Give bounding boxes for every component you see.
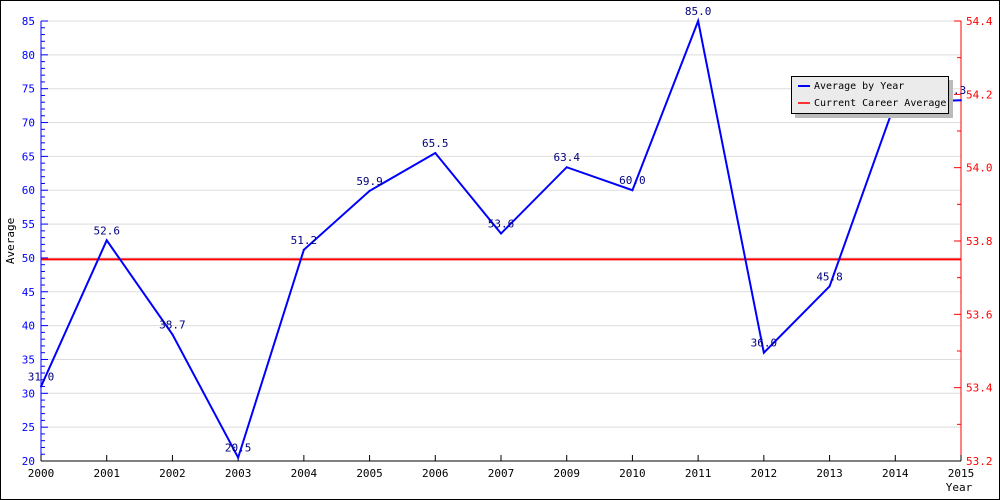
left-tick-label: 75 — [22, 83, 35, 96]
legend-label: Current Career Average — [814, 97, 947, 109]
x-tick-label: 2004 — [291, 467, 318, 480]
data-point — [960, 99, 962, 102]
left-tick-label: 70 — [22, 117, 35, 130]
data-label: 38.7 — [159, 318, 186, 331]
x-tick-label: 2014 — [882, 467, 909, 480]
data-label: 85.0 — [685, 5, 712, 18]
x-tick-label: 2003 — [225, 467, 252, 480]
x-tick-label: 2015 — [948, 467, 975, 480]
data-point — [237, 456, 240, 459]
left-tick-label: 35 — [22, 353, 35, 366]
x-tick-label: 2002 — [159, 467, 186, 480]
data-point — [105, 239, 108, 242]
right-tick-label: 53.6 — [966, 308, 993, 321]
data-point — [631, 189, 634, 192]
x-tick-label: 2010 — [619, 467, 646, 480]
chart: 20 25 30 35 40 45 50 55 60 65 70 75 80 85 53.2 53.4 53.6… — [0, 0, 1000, 500]
left-tick-label: 60 — [22, 184, 35, 197]
legend-item-career-average: Current Career Average — [798, 95, 948, 111]
data-label: 36.0 — [751, 337, 778, 350]
x-tick-label: 2007 — [488, 467, 515, 480]
data-point — [171, 333, 174, 336]
x-tick-label: 2012 — [751, 467, 778, 480]
data-label: 60.0 — [619, 174, 646, 187]
x-tick-label: 2009 — [553, 467, 580, 480]
legend-swatch — [798, 85, 810, 87]
data-point — [565, 166, 568, 169]
left-tick-label: 80 — [22, 49, 35, 62]
data-label: 20.5 — [225, 442, 252, 455]
left-tick-label: 50 — [22, 252, 35, 265]
x-tick-label: 2001 — [93, 467, 120, 480]
left-tick-label: 55 — [22, 218, 35, 231]
legend-swatch — [798, 102, 810, 104]
data-label: 31.0 — [28, 371, 55, 384]
right-tick-label: 54.4 — [966, 15, 993, 28]
data-point — [828, 285, 831, 288]
data-point — [762, 351, 765, 354]
left-tick-label: 85 — [22, 15, 35, 28]
data-point — [697, 20, 700, 22]
legend-item-average-by-year: Average by Year — [798, 78, 948, 94]
left-tick-label: 45 — [22, 286, 35, 299]
right-tick-label: 54.0 — [966, 162, 993, 175]
data-label: 53.6 — [488, 218, 515, 231]
data-label: 59.9 — [356, 175, 383, 188]
x-tick-label: 2011 — [685, 467, 712, 480]
right-tick-label: 54.2 — [966, 88, 993, 101]
x-tick-label: 2005 — [356, 467, 383, 480]
data-label: 51.2 — [291, 234, 318, 247]
x-tick-label: 2013 — [816, 467, 843, 480]
left-tick-label: 30 — [22, 387, 35, 400]
right-tick-label: 53.4 — [966, 382, 993, 395]
data-label: 45.8 — [816, 270, 843, 283]
data-point — [302, 248, 305, 251]
data-point — [500, 232, 502, 235]
data-label: 52.6 — [93, 224, 120, 237]
x-tick-label: 2000 — [28, 467, 55, 480]
y-axis-label: Average — [4, 218, 17, 264]
legend-label: Average by Year — [814, 80, 905, 92]
legend: Average by Year Current Career Average — [791, 76, 949, 114]
data-point — [368, 189, 371, 192]
left-tick-label: 25 — [22, 421, 35, 434]
x-axis-label: Year — [946, 481, 973, 494]
data-point — [434, 152, 437, 154]
data-label: 63.4 — [553, 151, 580, 164]
left-tick-label: 65 — [22, 150, 35, 163]
right-tick-label: 53.8 — [966, 235, 993, 248]
x-tick-label: 2006 — [422, 467, 449, 480]
data-point — [40, 385, 42, 388]
data-label: 65.5 — [422, 137, 449, 150]
left-tick-label: 40 — [22, 320, 35, 333]
